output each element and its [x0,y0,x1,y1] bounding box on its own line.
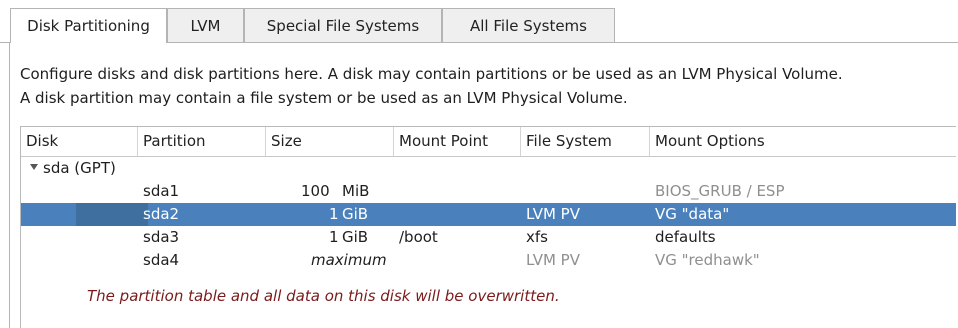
panel-border [9,42,10,328]
column-header-partition[interactable]: Partition [138,127,266,156]
size-value: 1 [329,228,339,246]
size-unit: GiB [342,228,369,246]
partition-table: Disk Partition Size Mount Point File Sys… [20,126,956,328]
partition-name: sda4 [143,251,180,269]
expand-arrow-icon[interactable] [30,164,38,170]
column-header-disk[interactable]: Disk [21,127,138,156]
column-header-size[interactable]: Size [266,127,394,156]
disk-partitioning-panel: Disk Partitioning LVM Special File Syste… [0,0,958,328]
column-header-mount-point[interactable]: Mount Point [394,127,521,156]
tab-all-file-systems[interactable]: All File Systems [442,8,615,42]
column-header-mount-options[interactable]: Mount Options [650,127,957,156]
size-unit: GiB [342,205,369,223]
mount-options: VG "redhawk" [655,251,760,269]
description-line-2: A disk partition may contain a file syst… [20,89,628,107]
tab-lvm[interactable]: LVM [167,8,244,42]
partition-name: sda3 [143,228,180,246]
mount-options: BIOS_GRUB / ESP [655,182,785,200]
table-row[interactable]: sda3 1 GiB /boot xfs defaults [21,226,956,249]
size-value: 1 [329,205,339,223]
table-row-selected[interactable]: sda2 1 GiB LVM PV VG "data" [21,203,956,226]
selection-tree-shade [76,203,148,226]
mount-point: /boot [399,228,438,246]
file-system: LVM PV [526,251,580,269]
file-system: xfs [526,228,548,246]
size-unit: MiB [342,182,370,200]
table-row[interactable]: sda4 maximum LVM PV VG "redhawk" [21,249,956,272]
overwrite-warning: The partition table and all data on this… [87,287,560,305]
description: Configure disks and disk partitions here… [20,62,950,110]
disk-row-sda[interactable]: sda (GPT) [21,157,956,180]
table-header: Disk Partition Size Mount Point File Sys… [21,127,956,157]
table-row[interactable]: sda1 100 MiB BIOS_GRUB / ESP [21,180,956,203]
partition-name: sda1 [143,182,180,200]
size-value: maximum [311,251,387,269]
description-line-1: Configure disks and disk partitions here… [20,65,843,83]
mount-options: VG "data" [655,205,730,223]
partition-name: sda2 [143,205,180,223]
tab-special-file-systems[interactable]: Special File Systems [244,8,442,42]
column-header-file-system[interactable]: File System [521,127,650,156]
disk-label: sda (GPT) [43,159,116,177]
size-value: 100 [301,182,330,200]
tab-disk-partitioning[interactable]: Disk Partitioning [10,8,167,43]
mount-options: defaults [655,228,716,246]
file-system: LVM PV [526,205,580,223]
